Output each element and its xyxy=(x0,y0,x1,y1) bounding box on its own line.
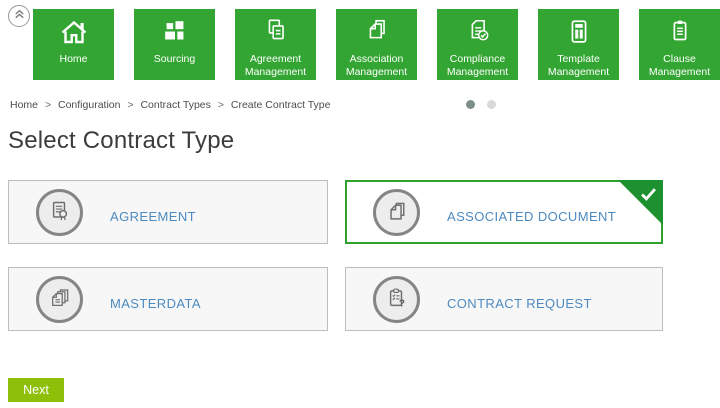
card-label: AGREEMENT xyxy=(110,208,196,224)
page-title: Select Contract Type xyxy=(8,127,235,154)
clause-clipboard-icon xyxy=(639,14,720,50)
tile-compliance-management[interactable]: Compliance Management xyxy=(437,9,518,80)
next-button[interactable]: Next xyxy=(8,378,64,402)
breadcrumb: Home > Configuration > Contract Types > … xyxy=(10,99,330,111)
carousel-dot-2[interactable] xyxy=(487,100,496,109)
carousel-dot-1[interactable] xyxy=(466,100,475,109)
tile-label: Sourcing xyxy=(153,53,196,65)
association-documents-icon xyxy=(336,14,417,50)
document-stack-icon xyxy=(36,275,83,323)
tile-template-management[interactable]: Template Management xyxy=(538,9,619,80)
card-label: MASTERDATA xyxy=(110,295,201,311)
breadcrumb-home[interactable]: Home xyxy=(10,99,38,111)
module-tile-nav: Home Sourcing Agreement Management Assoc… xyxy=(33,9,720,80)
tile-label: Association Management xyxy=(345,53,408,78)
tile-association-management[interactable]: Association Management xyxy=(336,9,417,80)
breadcrumb-create-contract-type: Create Contract Type xyxy=(230,99,331,111)
tile-label: Agreement Management xyxy=(244,53,307,78)
breadcrumb-separator: > xyxy=(127,99,134,111)
card-masterdata[interactable]: MASTERDATA xyxy=(8,267,328,331)
tile-home[interactable]: Home xyxy=(33,9,114,80)
sourcing-grid-icon xyxy=(134,14,215,50)
template-layout-icon xyxy=(538,14,619,50)
breadcrumb-separator: > xyxy=(44,99,52,111)
tile-label: Clause Management xyxy=(648,53,711,78)
compliance-document-check-icon xyxy=(437,14,518,50)
breadcrumb-configuration[interactable]: Configuration xyxy=(58,99,120,111)
tile-label: Template Management xyxy=(547,53,610,78)
card-contract-request[interactable]: ? CONTRACT REQUEST xyxy=(345,267,663,331)
contract-type-cards: AGREEMENT ASSOCIATED DOCUMENT MASTERDATA… xyxy=(8,180,663,331)
carousel-dots xyxy=(466,100,496,109)
clipboard-question-icon: ? xyxy=(373,275,420,323)
collapse-menu-button[interactable] xyxy=(8,5,30,27)
checkmark-icon xyxy=(641,188,656,206)
tile-sourcing[interactable]: Sourcing xyxy=(134,9,215,80)
tile-label: Compliance Management xyxy=(446,53,509,78)
agreement-documents-icon xyxy=(235,14,316,50)
tile-agreement-management[interactable]: Agreement Management xyxy=(235,9,316,80)
certificate-document-icon xyxy=(36,188,83,236)
svg-text:?: ? xyxy=(399,298,405,309)
card-label: ASSOCIATED DOCUMENT xyxy=(447,208,617,224)
card-label: CONTRACT REQUEST xyxy=(447,295,592,311)
card-agreement[interactable]: AGREEMENT xyxy=(8,180,328,244)
tile-clause-management[interactable]: Clause Management xyxy=(639,9,720,80)
home-icon xyxy=(33,14,114,50)
breadcrumb-separator: > xyxy=(217,99,224,111)
double-chevron-up-icon xyxy=(13,7,26,25)
breadcrumb-contract-types[interactable]: Contract Types xyxy=(140,99,210,111)
stacked-documents-icon xyxy=(373,188,420,236)
card-associated-document[interactable]: ASSOCIATED DOCUMENT xyxy=(345,180,663,244)
tile-label: Home xyxy=(59,53,88,65)
